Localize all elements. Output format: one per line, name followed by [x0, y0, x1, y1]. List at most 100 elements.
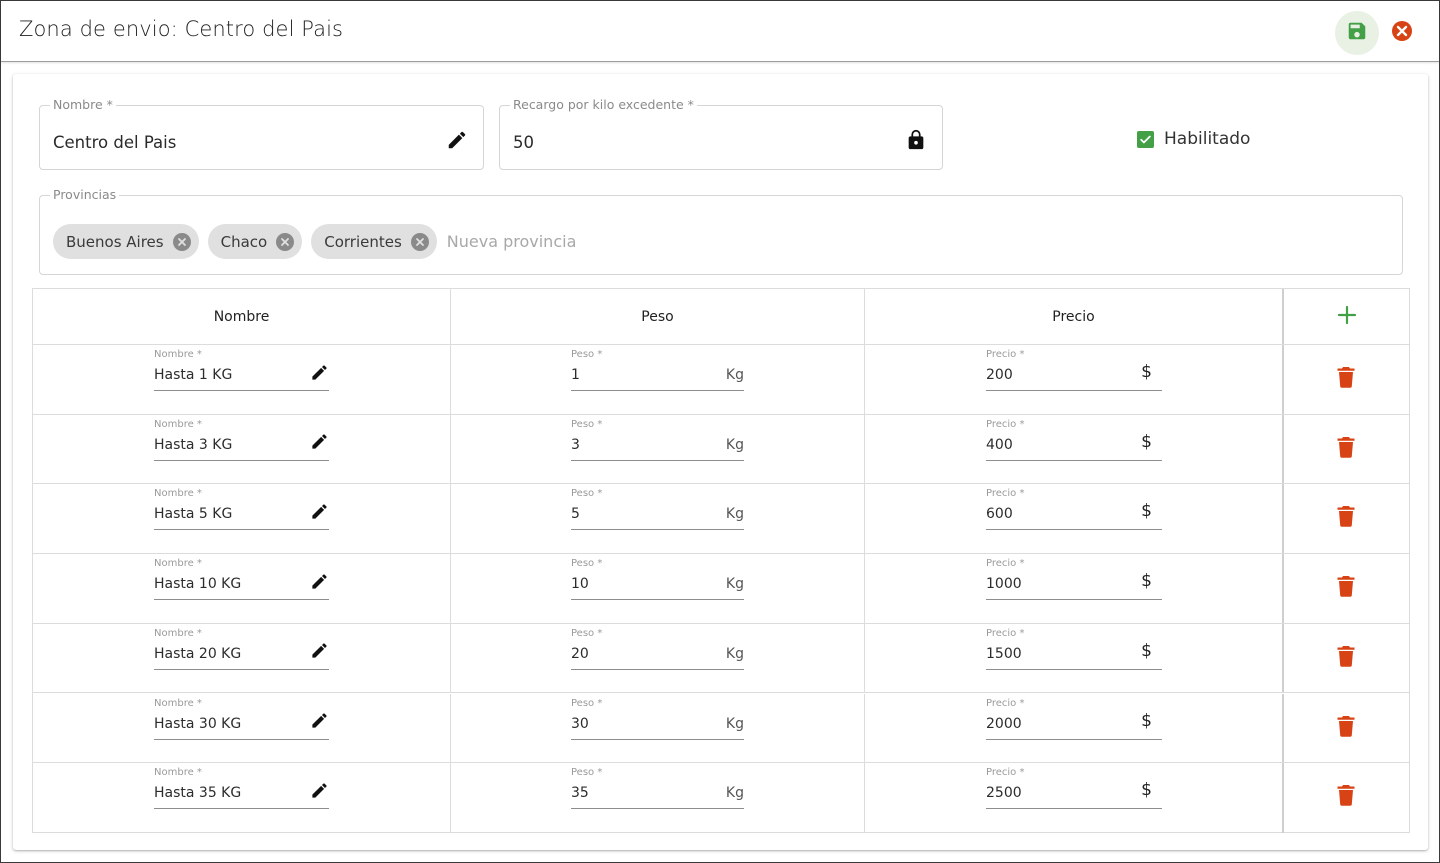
row-precio-value[interactable]: 1000 — [986, 576, 1022, 592]
row-nombre-field[interactable]: Nombre * Hasta 35 KG — [154, 767, 329, 810]
row-peso-value[interactable]: 20 — [571, 646, 589, 662]
row-nombre-value[interactable]: Hasta 1 KG — [154, 367, 232, 383]
row-peso-field[interactable]: Peso * 10 Kg — [571, 558, 744, 601]
nombre-cell: Nombre * Hasta 1 KG — [33, 345, 451, 414]
delete-row-button[interactable] — [1334, 506, 1358, 530]
close-button[interactable] — [1387, 18, 1417, 48]
pencil-icon[interactable] — [309, 432, 329, 452]
pencil-icon[interactable] — [445, 128, 469, 152]
row-precio-field[interactable]: Precio * 1500 $ — [986, 628, 1162, 670]
row-precio-field[interactable]: Precio * 1000 $ — [986, 558, 1162, 601]
row-precio-field[interactable]: Precio * 2500 $ — [986, 767, 1162, 810]
peso-cell: Peso * 3 Kg — [451, 414, 865, 484]
row-peso-value[interactable]: 10 — [571, 576, 589, 592]
row-precio-value[interactable]: 600 — [986, 506, 1013, 522]
delete-row-button[interactable] — [1334, 785, 1358, 809]
delete-row-button[interactable] — [1334, 576, 1358, 600]
row-peso-value[interactable]: 1 — [571, 367, 580, 383]
table-row: Nombre * Hasta 30 KG Peso * 30 Kg Precio * 200… — [33, 693, 1409, 764]
table-header-row: Nombre Peso Precio — [33, 289, 1409, 345]
nombre-cell: Nombre * Hasta 30 KG — [33, 693, 451, 763]
peso-cell: Peso * 1 Kg — [451, 345, 865, 414]
row-nombre-field[interactable]: Nombre * Hasta 5 KG — [154, 488, 329, 531]
checkbox-checked-icon — [1137, 130, 1154, 148]
dollar-icon: $ — [1141, 362, 1152, 382]
row-peso-field[interactable]: Peso * 30 Kg — [571, 698, 744, 740]
row-precio-value[interactable]: 1500 — [986, 646, 1022, 662]
kg-suffix: Kg — [725, 576, 744, 593]
provincia-chip[interactable]: Chaco — [207, 224, 303, 259]
provincia-chip[interactable]: Buenos Aires — [53, 224, 199, 259]
row-precio-field[interactable]: Precio * 200 $ — [986, 349, 1162, 391]
pencil-icon[interactable] — [309, 501, 329, 521]
row-nombre-value[interactable]: Hasta 10 KG — [154, 576, 241, 592]
actions-cell — [1284, 484, 1409, 553]
row-nombre-label: Nombre * — [154, 418, 202, 430]
provincia-chip[interactable]: Corrientes — [311, 224, 437, 259]
delete-row-button[interactable] — [1334, 715, 1358, 740]
row-nombre-field[interactable]: Nombre * Hasta 3 KG — [154, 419, 329, 461]
delete-row-button[interactable] — [1334, 645, 1358, 670]
row-peso-field[interactable]: Peso * 35 Kg — [571, 767, 744, 810]
provincias-field-label: Provincias — [50, 187, 120, 203]
row-peso-field[interactable]: Peso * 20 Kg — [571, 628, 744, 670]
row-peso-value[interactable]: 3 — [571, 437, 580, 453]
delete-row-button[interactable] — [1334, 367, 1358, 391]
nombre-field-value[interactable]: Centro del Pais — [53, 133, 176, 152]
row-precio-field[interactable]: Precio * 600 $ — [986, 488, 1162, 531]
pencil-icon[interactable] — [309, 641, 329, 661]
row-nombre-value[interactable]: Hasta 30 KG — [154, 716, 241, 732]
pencil-icon[interactable] — [309, 362, 329, 382]
column-header-nombre: Nombre — [33, 289, 451, 344]
row-peso-value[interactable]: 5 — [571, 506, 580, 522]
row-peso-field[interactable]: Peso * 3 Kg — [571, 419, 744, 461]
chip-remove-icon[interactable] — [410, 232, 429, 251]
row-precio-value[interactable]: 2000 — [986, 716, 1022, 732]
chip-remove-icon[interactable] — [172, 232, 191, 251]
add-row-button[interactable] — [1332, 302, 1362, 332]
row-precio-label: Precio * — [986, 418, 1025, 430]
row-precio-field[interactable]: Precio * 2000 $ — [986, 698, 1162, 740]
trash-icon — [1336, 784, 1356, 810]
row-nombre-value[interactable]: Hasta 3 KG — [154, 437, 232, 453]
row-peso-field[interactable]: Peso * 5 Kg — [571, 488, 744, 531]
nueva-provincia-input[interactable] — [446, 226, 747, 257]
row-peso-value[interactable]: 35 — [571, 785, 589, 801]
shipping-zone-dialog: Zona de envio: Centro del Pais Nombre * … — [0, 0, 1440, 863]
row-precio-value[interactable]: 400 — [986, 437, 1013, 453]
nombre-cell: Nombre * Hasta 3 KG — [33, 414, 451, 484]
peso-cell: Peso * 5 Kg — [451, 484, 865, 554]
pencil-icon[interactable] — [309, 780, 329, 800]
close-circle-icon — [1390, 19, 1414, 47]
row-nombre-field[interactable]: Nombre * Hasta 30 KG — [154, 698, 329, 740]
trash-icon — [1336, 366, 1356, 392]
row-nombre-value[interactable]: Hasta 20 KG — [154, 646, 241, 662]
chip-remove-icon[interactable] — [276, 232, 295, 251]
table-row: Nombre * Hasta 10 KG Peso * 10 Kg Precio * 100… — [33, 554, 1409, 624]
precio-cell: Precio * 200 $ — [865, 345, 1284, 414]
precio-cell: Precio * 2500 $ — [865, 763, 1284, 833]
row-nombre-field[interactable]: Nombre * Hasta 10 KG — [154, 558, 329, 601]
pencil-icon[interactable] — [309, 711, 329, 731]
row-precio-label: Precio * — [986, 488, 1025, 500]
delete-row-button[interactable] — [1334, 436, 1358, 461]
precio-cell: Precio * 1500 $ — [865, 623, 1284, 693]
weight-price-table: Nombre Peso Precio Nombre * Hasta 1 KG Pes… — [32, 288, 1410, 833]
row-nombre-field[interactable]: Nombre * Hasta 20 KG — [154, 628, 329, 670]
row-nombre-field[interactable]: Nombre * Hasta 1 KG — [154, 349, 329, 391]
row-precio-value[interactable]: 2500 — [986, 785, 1022, 801]
row-precio-value[interactable]: 200 — [986, 367, 1013, 383]
row-peso-field[interactable]: Peso * 1 Kg — [571, 349, 744, 391]
pencil-icon[interactable] — [309, 571, 329, 591]
nombre-field[interactable]: Nombre * Centro del Pais — [39, 97, 484, 170]
row-peso-value[interactable]: 30 — [571, 716, 589, 732]
recargo-field-value[interactable]: 50 — [513, 133, 534, 152]
habilitado-checkbox[interactable]: Habilitado — [1137, 129, 1250, 149]
row-nombre-label: Nombre * — [154, 767, 202, 779]
save-button[interactable] — [1335, 11, 1379, 55]
row-nombre-value[interactable]: Hasta 35 KG — [154, 785, 241, 801]
row-precio-field[interactable]: Precio * 400 $ — [986, 419, 1162, 461]
recargo-field[interactable]: Recargo por kilo excedente * 50 — [499, 97, 943, 170]
row-nombre-value[interactable]: Hasta 5 KG — [154, 506, 232, 522]
provincias-field[interactable]: Provincias Buenos Aires Chaco Corrientes — [39, 187, 1403, 275]
